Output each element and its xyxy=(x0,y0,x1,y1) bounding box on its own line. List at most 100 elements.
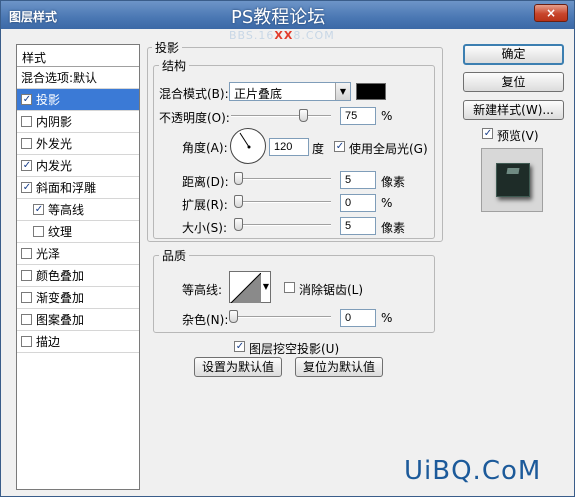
global-light-checkbox[interactable] xyxy=(334,141,345,152)
distance-slider-thumb[interactable] xyxy=(234,172,243,185)
contour-curve-icon xyxy=(231,273,261,303)
antialias-label[interactable]: 消除锯齿(L) xyxy=(299,281,363,298)
style-list-item[interactable]: 混合选项:默认 xyxy=(17,67,139,89)
style-checkbox[interactable] xyxy=(21,292,32,303)
new-style-button[interactable]: 新建样式(W)... xyxy=(463,100,564,120)
style-list-item[interactable]: 渐变叠加 xyxy=(17,287,139,309)
watermark-url-mid: XX xyxy=(274,29,294,42)
style-list-item-label: 外发光 xyxy=(36,137,73,151)
style-checkbox[interactable] xyxy=(21,248,32,259)
style-list-item-label: 纹理 xyxy=(48,225,73,239)
angle-dial-needle-icon xyxy=(239,132,251,149)
style-list-item-label: 内发光 xyxy=(36,159,73,173)
style-list-item[interactable]: 内发光 xyxy=(17,155,139,177)
blend-mode-select[interactable]: 正片叠底 ▼ xyxy=(229,82,351,101)
spread-label: 扩展(R): xyxy=(182,198,228,212)
style-list-item[interactable]: 外发光 xyxy=(17,133,139,155)
style-checkbox[interactable] xyxy=(33,204,44,215)
ok-button[interactable]: 确定 xyxy=(463,44,564,65)
style-list-item[interactable]: 颜色叠加 xyxy=(17,265,139,287)
watermark-url-post: 8.COM xyxy=(293,29,335,42)
shadow-color-swatch[interactable] xyxy=(356,83,386,100)
preview-swatch xyxy=(496,163,530,197)
style-checkbox[interactable] xyxy=(21,116,32,127)
style-checkbox[interactable] xyxy=(21,138,32,149)
style-list-item-label: 混合选项:默认 xyxy=(21,71,98,85)
style-list-item[interactable]: 内阴影 xyxy=(17,111,139,133)
style-checkbox[interactable] xyxy=(21,160,32,171)
close-button[interactable]: × xyxy=(534,4,568,22)
style-list-item-label: 光泽 xyxy=(36,247,61,261)
opacity-slider-track xyxy=(231,115,331,117)
style-list-item[interactable]: 描边 xyxy=(17,331,139,353)
angle-input[interactable] xyxy=(269,138,309,156)
global-light-label[interactable]: 使用全局光(G) xyxy=(349,140,428,157)
quality-group-label: 品质 xyxy=(159,247,190,264)
distance-unit: 像素 xyxy=(381,175,406,189)
angle-dial[interactable] xyxy=(230,128,266,164)
angle-label: 角度(A): xyxy=(182,141,228,155)
style-list-item-label: 颜色叠加 xyxy=(36,269,85,283)
spread-slider-track xyxy=(234,201,331,203)
style-checkbox[interactable] xyxy=(21,336,32,347)
preview-checkbox[interactable] xyxy=(482,128,493,139)
spread-slider-thumb[interactable] xyxy=(234,195,243,208)
size-label: 大小(S): xyxy=(182,221,228,235)
style-checkbox[interactable] xyxy=(21,182,32,193)
size-slider-track xyxy=(234,224,331,226)
style-checkbox[interactable] xyxy=(21,270,32,281)
opacity-label: 不透明度(O): xyxy=(159,111,230,125)
style-list-item-label: 投影 xyxy=(36,93,61,107)
window-title: 图层样式 xyxy=(9,10,58,24)
opacity-input[interactable] xyxy=(340,107,376,125)
spread-unit: % xyxy=(381,196,393,210)
style-list-item[interactable]: 投影 xyxy=(17,89,139,111)
size-input[interactable] xyxy=(340,217,376,235)
style-list-item[interactable]: 纹理 xyxy=(17,221,139,243)
close-icon: × xyxy=(545,6,557,20)
contour-dropdown-icon: ▼ xyxy=(262,282,269,291)
noise-slider[interactable] xyxy=(229,310,331,324)
style-list-item-label: 渐变叠加 xyxy=(36,291,85,305)
distance-slider[interactable] xyxy=(234,172,331,186)
layer-knockout-label[interactable]: 图层挖空投影(U) xyxy=(249,340,339,357)
noise-slider-thumb[interactable] xyxy=(229,310,238,323)
noise-input[interactable] xyxy=(340,309,376,327)
style-list-item[interactable]: 斜面和浮雕 xyxy=(17,177,139,199)
watermark-url: BBS.16XX8.COM xyxy=(229,29,335,42)
style-checkbox[interactable] xyxy=(21,94,32,105)
size-slider-thumb[interactable] xyxy=(234,218,243,231)
opacity-slider-thumb[interactable] xyxy=(299,109,308,122)
distance-input[interactable] xyxy=(340,171,376,189)
noise-slider-track xyxy=(229,316,331,318)
spread-input[interactable] xyxy=(340,194,376,212)
style-list: 样式 混合选项:默认投影内阴影外发光内发光斜面和浮雕等高线纹理光泽颜色叠加渐变叠… xyxy=(16,44,140,490)
style-list-item-label: 描边 xyxy=(36,335,61,349)
angle-unit: 度 xyxy=(312,142,325,156)
contour-picker[interactable]: ▼ xyxy=(229,271,271,303)
opacity-slider[interactable] xyxy=(231,109,331,123)
style-list-item[interactable]: 光泽 xyxy=(17,243,139,265)
style-checkbox[interactable] xyxy=(33,226,44,237)
antialias-checkbox[interactable] xyxy=(284,282,295,293)
reset-button[interactable]: 复位 xyxy=(463,72,564,92)
style-list-item[interactable]: 等高线 xyxy=(17,199,139,221)
reset-default-button[interactable]: 复位为默认值 xyxy=(295,357,383,377)
style-list-item[interactable]: 图案叠加 xyxy=(17,309,139,331)
style-list-item-label: 斜面和浮雕 xyxy=(36,181,97,195)
spread-slider[interactable] xyxy=(234,195,331,209)
blend-mode-label: 混合模式(B): xyxy=(159,87,229,101)
style-checkbox[interactable] xyxy=(21,314,32,325)
footer-watermark: UiBQ.CoM xyxy=(404,456,542,486)
preview-highlight xyxy=(506,168,520,174)
chevron-down-icon: ▼ xyxy=(335,83,350,100)
size-slider[interactable] xyxy=(234,218,331,232)
shadow-group-label: 投影 xyxy=(152,39,183,56)
make-default-button[interactable]: 设置为默认值 xyxy=(194,357,282,377)
noise-label: 杂色(N): xyxy=(182,313,229,327)
layer-knockout-checkbox[interactable] xyxy=(234,341,245,352)
style-list-header[interactable]: 样式 xyxy=(17,45,139,67)
watermark-title: PS教程论坛 xyxy=(231,7,326,28)
size-unit: 像素 xyxy=(381,221,406,235)
preview-label[interactable]: 预览(V) xyxy=(497,127,539,144)
